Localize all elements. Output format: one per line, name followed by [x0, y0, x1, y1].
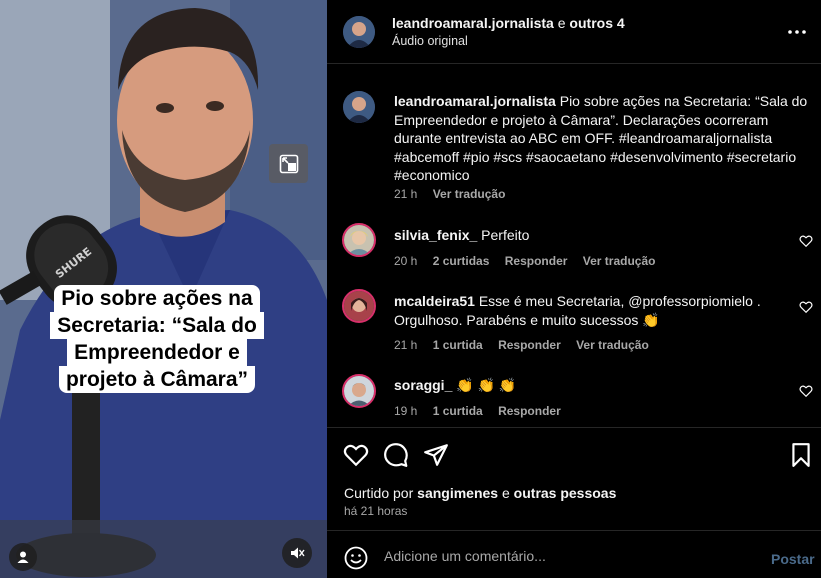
more-options-button[interactable] — [782, 22, 812, 42]
expand-icon — [279, 154, 298, 173]
video-caption: Pio sobre ações na Secretaria: “Sala do … — [41, 285, 273, 393]
liked-user-link[interactable]: sangimenes — [417, 485, 498, 501]
comment-username-link[interactable]: soraggi_ — [394, 377, 452, 393]
comment-time: 19 h — [394, 404, 418, 418]
audio-link[interactable]: Áudio original — [392, 34, 468, 48]
caption-username-link[interactable]: leandroamaral.jornalista — [394, 93, 556, 109]
comment-meta: 21 h 1 curtida Responder Ver tradução — [394, 338, 661, 352]
avatar-image — [343, 91, 375, 123]
header-joiner: e — [553, 15, 570, 31]
comment-input[interactable] — [384, 543, 744, 569]
caption-meta: 21 h Ver tradução — [394, 187, 517, 201]
comment-body: Perfeito — [477, 227, 530, 243]
expand-video-button[interactable] — [269, 144, 308, 183]
post-panel: leandroamaral.jornalista e outros 4 Áudi… — [327, 0, 821, 578]
avatar[interactable] — [342, 289, 376, 323]
save-bookmark-icon[interactable] — [788, 442, 814, 468]
post-time[interactable]: há 21 horas — [344, 504, 407, 518]
user-icon — [17, 551, 29, 563]
avatar[interactable] — [342, 223, 376, 257]
comment-time: 20 h — [394, 254, 418, 268]
liked-others-link[interactable]: outras pessoas — [514, 485, 617, 501]
avatar-image — [343, 16, 375, 48]
caption-line: Secretaria: “Sala do — [50, 312, 264, 339]
like-heart-icon[interactable] — [343, 442, 369, 468]
comment-meta: 20 h 2 curtidas Responder Ver tradução — [394, 254, 667, 268]
mute-button[interactable] — [282, 538, 312, 568]
avatar-image — [344, 225, 374, 255]
like-comment-heart-icon[interactable] — [799, 384, 813, 398]
liked-prefix: Curtido por — [344, 485, 418, 501]
comment-text: mcaldeira51 Esse é meu Secretaria, @prof… — [394, 292, 794, 330]
share-send-icon[interactable] — [423, 442, 449, 468]
tagged-users-button[interactable] — [9, 543, 37, 571]
liked-middle: e — [498, 485, 514, 501]
reply-button[interactable]: Responder — [498, 338, 561, 352]
avatar[interactable] — [343, 91, 375, 123]
speaker-muted-icon — [291, 547, 305, 559]
comment-likes-link[interactable]: 1 curtida — [433, 338, 483, 352]
reply-button[interactable]: Responder — [498, 404, 561, 418]
comment-body: 👏 👏 👏 — [452, 377, 517, 393]
comment-time: 21 h — [394, 338, 418, 352]
post-header: leandroamaral.jornalista e outros 4 Áudi… — [327, 0, 821, 64]
like-comment-heart-icon[interactable] — [799, 234, 813, 248]
caption-line: projeto à Câmara” — [58, 366, 256, 393]
caption-line: Empreendedor e — [67, 339, 247, 366]
comment-text: silvia_fenix_ Perfeito — [394, 226, 794, 245]
more-dots-icon — [788, 30, 806, 34]
comment-meta: 19 h 1 curtida Responder — [394, 404, 573, 418]
comment-username-link[interactable]: silvia_fenix_ — [394, 227, 477, 243]
post-comment-button[interactable]: Postar — [771, 551, 815, 567]
translate-button[interactable]: Ver tradução — [583, 254, 656, 268]
caption-line: Pio sobre ações na — [54, 285, 260, 312]
avatar-image — [344, 291, 374, 321]
comment-bubble-icon[interactable] — [383, 442, 409, 468]
reply-button[interactable]: Responder — [505, 254, 568, 268]
header-username-link[interactable]: leandroamaral.jornalista — [392, 15, 554, 31]
comment-composer: Postar — [327, 530, 821, 578]
comment-username-link[interactable]: mcaldeira51 — [394, 293, 475, 309]
emoji-icon[interactable] — [344, 546, 368, 570]
avatar-image — [344, 376, 374, 406]
header-usernames: leandroamaral.jornalista e outros 4 — [392, 14, 625, 32]
caption-text: leandroamaral.jornalista Pio sobre ações… — [394, 92, 814, 185]
like-comment-heart-icon[interactable] — [799, 300, 813, 314]
post-actions: Curtido por sangimenes e outras pessoas … — [327, 427, 821, 530]
comments-list[interactable]: leandroamaral.jornalista Pio sobre ações… — [327, 65, 821, 427]
avatar[interactable] — [343, 16, 375, 48]
caption-time: 21 h — [394, 187, 418, 201]
translate-button[interactable]: Ver tradução — [576, 338, 649, 352]
header-others-link[interactable]: outros 4 — [569, 15, 624, 31]
translate-button[interactable]: Ver tradução — [433, 187, 506, 201]
comment-text: soraggi_ 👏 👏 👏 — [394, 376, 794, 395]
liked-by-text: Curtido por sangimenes e outras pessoas — [344, 485, 616, 501]
comment-likes-link[interactable]: 2 curtidas — [433, 254, 490, 268]
comment-likes-link[interactable]: 1 curtida — [433, 404, 483, 418]
video-player[interactable]: SHURE Pio sobre ações na Secretaria: “Sa… — [0, 0, 327, 578]
avatar[interactable] — [342, 374, 376, 408]
